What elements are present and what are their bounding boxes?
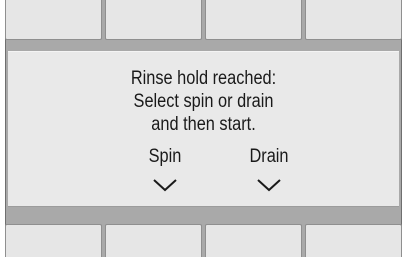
drain-option[interactable]: Drain: [229, 146, 309, 192]
chevron-down-icon[interactable]: [152, 178, 178, 192]
top-softkey-2[interactable]: [105, 0, 202, 40]
top-softkey-row: [5, 0, 402, 40]
spin-option[interactable]: Spin: [125, 146, 205, 192]
message-line-3: and then start.: [151, 114, 256, 135]
top-softkey-4[interactable]: [305, 0, 402, 40]
message-line-2: Select spin or drain: [133, 91, 274, 112]
bottom-softkey-1[interactable]: [5, 224, 102, 257]
spin-option-label: Spin: [148, 146, 182, 167]
status-message: Rinse hold reached: Select spin or drain…: [35, 67, 371, 136]
drain-option-label: Drain: [249, 146, 289, 167]
top-softkey-1[interactable]: [5, 0, 102, 40]
display-panel: Rinse hold reached: Select spin or drain…: [8, 51, 399, 207]
bottom-softkey-3[interactable]: [205, 224, 302, 257]
bottom-softkey-row: [5, 224, 402, 257]
chevron-down-icon[interactable]: [256, 178, 282, 192]
bottom-softkey-2[interactable]: [105, 224, 202, 257]
top-softkey-3[interactable]: [205, 0, 302, 40]
message-line-1: Rinse hold reached:: [130, 68, 277, 89]
bottom-softkey-4[interactable]: [305, 224, 402, 257]
